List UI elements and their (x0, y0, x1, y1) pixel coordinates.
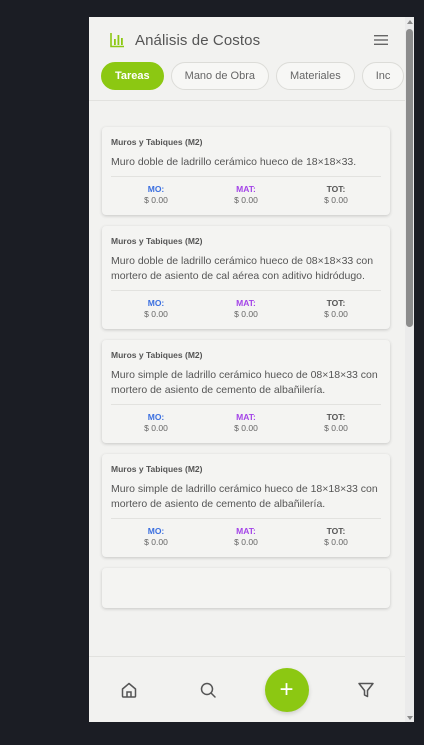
tab-tareas[interactable]: Tareas (101, 62, 164, 90)
cost-mo-value: $ 0.00 (144, 537, 168, 547)
cost-mat-label: MAT: (236, 184, 256, 194)
tab-materiales[interactable]: Materiales (275, 62, 355, 90)
task-description: Muro doble de ladrillo cerámico hueco de… (111, 156, 357, 168)
task-card[interactable]: Muros y Tabiques (M2) Muro doble de ladr… (102, 226, 390, 329)
task-card-partial[interactable] (102, 568, 390, 608)
task-list[interactable]: Muros y Tabiques (M2) Muro doble de ladr… (89, 101, 405, 656)
cost-mat-label: MAT: (236, 298, 256, 308)
bottom-nav: + (89, 656, 405, 722)
tab-inc[interactable]: Inc (361, 62, 405, 90)
cost-tot-value: $ 0.00 (324, 309, 348, 319)
app-window: Análisis de Costos Tareas Mano de Obra M… (89, 17, 405, 722)
cost-mo-label: MO: (147, 526, 165, 536)
task-category: Muros y Tabiques (M2) (111, 350, 203, 360)
filter-icon (357, 682, 374, 697)
home-icon (121, 682, 136, 698)
cost-tot: TOT: $ 0.00 (291, 298, 381, 320)
cost-tot-value: $ 0.00 (324, 195, 348, 205)
hamburger-menu-icon[interactable] (373, 33, 389, 47)
task-category: Muros y Tabiques (M2) (111, 236, 203, 246)
cost-tot-label: TOT: (326, 298, 346, 308)
app-header: Análisis de Costos Tareas Mano de Obra M… (89, 17, 405, 101)
cost-mat: MAT: $ 0.00 (201, 526, 291, 548)
cost-mo: MO: $ 0.00 (111, 412, 201, 434)
cost-mat: MAT: $ 0.00 (201, 298, 291, 320)
cost-mat-value: $ 0.00 (234, 195, 258, 205)
cost-mat-value: $ 0.00 (234, 423, 258, 433)
task-category: Muros y Tabiques (M2) (111, 137, 203, 147)
scrollbar[interactable] (405, 17, 414, 722)
cost-tot: TOT: $ 0.00 (291, 184, 381, 206)
cost-tot-label: TOT: (326, 184, 346, 194)
cost-tot-label: TOT: (326, 412, 346, 422)
cost-row: MO: $ 0.00 MAT: $ 0.00 TOT: $ 0.00 (111, 290, 381, 320)
cost-mo-value: $ 0.00 (144, 423, 168, 433)
cost-tot-label: TOT: (326, 526, 346, 536)
task-card[interactable]: Muros y Tabiques (M2) Muro simple de lad… (102, 454, 390, 557)
cost-mo-label: MO: (147, 412, 165, 422)
cost-mat: MAT: $ 0.00 (201, 412, 291, 434)
cost-mo-label: MO: (147, 298, 165, 308)
cost-tot: TOT: $ 0.00 (291, 412, 381, 434)
cost-tot-value: $ 0.00 (324, 537, 348, 547)
cost-mo: MO: $ 0.00 (111, 298, 201, 320)
scroll-down-arrow-icon[interactable] (405, 713, 414, 722)
cost-tot-value: $ 0.00 (324, 423, 348, 433)
add-task-button[interactable]: + (264, 667, 309, 712)
task-description: Muro simple de ladrillo cerámico hueco d… (111, 483, 378, 510)
tab-mano-de-obra[interactable]: Mano de Obra (170, 62, 269, 90)
search-icon (200, 682, 216, 698)
tab-bar: Tareas Mano de Obra Materiales Inc (101, 62, 405, 90)
cost-row: MO: $ 0.00 MAT: $ 0.00 TOT: $ 0.00 (111, 404, 381, 434)
search-button[interactable] (186, 668, 230, 712)
cost-mo: MO: $ 0.00 (111, 526, 201, 548)
app-title: Análisis de Costos (135, 31, 261, 49)
cost-mat-label: MAT: (236, 412, 256, 422)
task-card[interactable]: Muros y Tabiques (M2) Muro simple de lad… (102, 340, 390, 443)
cost-mat-value: $ 0.00 (234, 537, 258, 547)
cost-row: MO: $ 0.00 MAT: $ 0.00 TOT: $ 0.00 (111, 176, 381, 206)
cost-mat: MAT: $ 0.00 (201, 184, 291, 206)
cost-mo-value: $ 0.00 (144, 309, 168, 319)
cost-mat-value: $ 0.00 (234, 309, 258, 319)
task-description: Muro simple de ladrillo cerámico hueco d… (111, 369, 378, 396)
home-button[interactable] (107, 668, 151, 712)
scroll-up-arrow-icon[interactable] (405, 17, 414, 26)
cost-mo-value: $ 0.00 (144, 195, 168, 205)
cost-tot: TOT: $ 0.00 (291, 526, 381, 548)
cost-row: MO: $ 0.00 MAT: $ 0.00 TOT: $ 0.00 (111, 518, 381, 548)
task-description: Muro doble de ladrillo cerámico hueco de… (111, 255, 374, 282)
scroll-thumb[interactable] (406, 29, 413, 327)
bar-chart-icon (110, 33, 124, 48)
cost-mo: MO: $ 0.00 (111, 184, 201, 206)
task-category: Muros y Tabiques (M2) (111, 464, 203, 474)
cost-mo-label: MO: (147, 184, 165, 194)
title-row: Análisis de Costos (109, 29, 389, 51)
cost-mat-label: MAT: (236, 526, 256, 536)
task-card[interactable]: Muros y Tabiques (M2) Muro doble de ladr… (102, 127, 390, 215)
filter-button[interactable] (344, 668, 388, 712)
